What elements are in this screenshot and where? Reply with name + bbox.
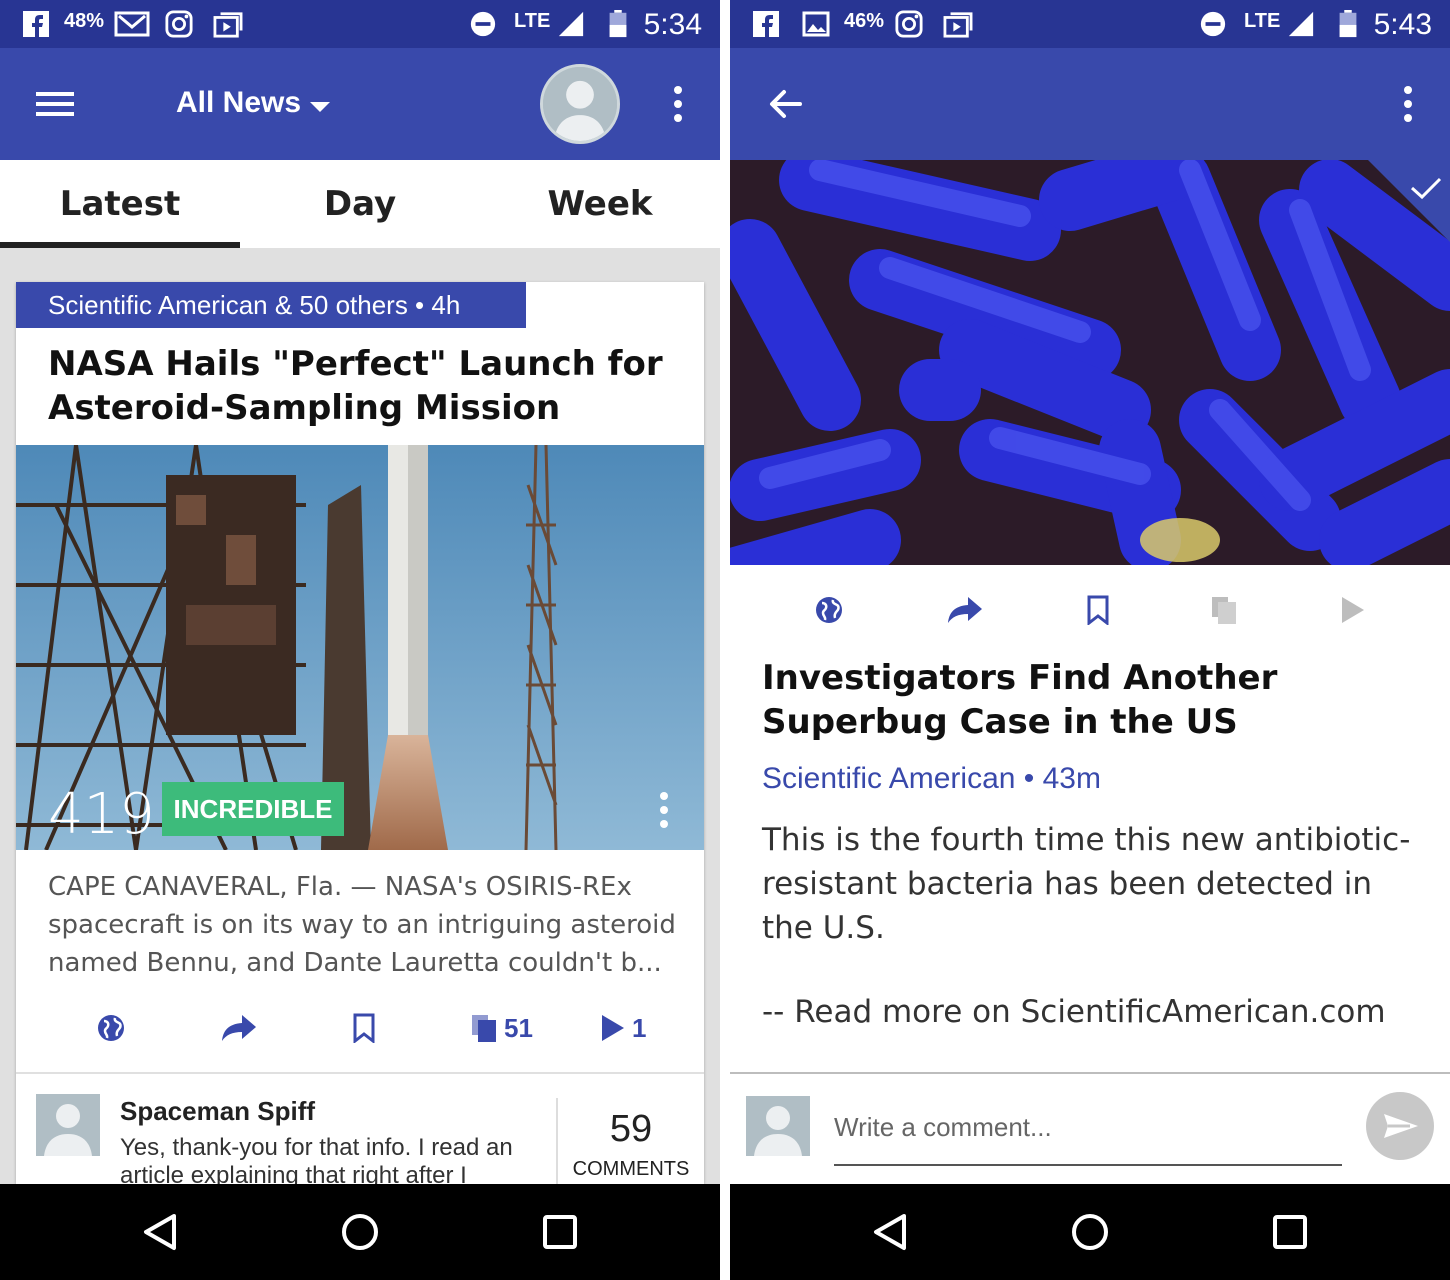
recents-square-icon[interactable] [540,1212,580,1252]
home-circle-icon[interactable] [340,1212,380,1252]
profile-avatar[interactable] [540,64,620,144]
globe-icon [816,597,842,623]
commenter-avatar[interactable] [36,1094,100,1156]
tab-day[interactable]: Day [240,160,480,248]
article-source-line[interactable]: Scientific American • 43m [762,762,1101,796]
facebook-icon [23,11,49,37]
right-phone-screen: 46% LTE 5:43 Investigators Find Another … [730,0,1450,1280]
play-button[interactable]: 1 [600,1002,646,1054]
system-nav-bar [730,1184,1450,1280]
instagram-icon [165,10,193,38]
left-phone-screen: 48% LTE 5:34 All News Latest Day Week Sc… [0,0,720,1280]
article-action-row [730,584,1450,636]
tab-week[interactable]: Week [480,160,720,248]
facebook-icon [753,11,779,37]
comment-text[interactable]: Yes, thank-you for that info. I read an … [120,1134,520,1184]
share-icon [948,597,982,623]
comment-divider [730,1072,1450,1074]
related-count: 51 [504,1012,533,1043]
hamburger-menu-icon[interactable] [30,84,80,124]
system-nav-bar [0,1184,720,1280]
card-action-row: 51 1 [16,1002,704,1054]
network-label: LTE [514,10,551,32]
open-web-button[interactable] [814,584,844,636]
caret-down-icon[interactable] [310,102,330,112]
more-vert-icon[interactable] [1396,84,1420,124]
bookmark-icon [1087,595,1109,625]
screenshot-root: 48% LTE 5:34 All News Latest Day Week Sc… [0,0,1450,1280]
status-bar: 46% LTE 5:43 [730,0,1450,48]
copy-icon [1212,597,1236,624]
battery-percent: 48% [64,10,105,32]
bookmark-button[interactable] [1086,584,1110,636]
reaction-badge[interactable]: INCREDIBLE [162,782,344,836]
app-bar [730,48,1450,160]
battery-icon [1339,10,1357,38]
do-not-disturb-icon [470,11,496,37]
article-title: Investigators Find Another Superbug Case… [762,658,1278,742]
card-excerpt[interactable]: CAPE CANAVERAL, Fla. — NASA's OSIRIS-REx… [48,868,688,982]
news-card[interactable]: Scientific American & 50 others • 4h NAS… [16,282,704,1184]
bookmark-button[interactable] [352,1002,376,1054]
back-arrow-icon[interactable] [766,84,806,124]
recents-square-icon[interactable] [1270,1212,1310,1252]
battery-icon [609,10,627,38]
share-icon [222,1015,256,1041]
share-button[interactable] [946,584,984,636]
feed-selector-title[interactable]: All News [176,86,301,120]
video-icon [943,12,973,38]
article-summary: This is the fourth time this new antibio… [762,822,1411,946]
network-label: LTE [1244,10,1281,32]
card-more-vert-icon[interactable] [656,790,672,830]
time-range-tabs: Latest Day Week [0,160,720,248]
open-web-button[interactable] [96,1002,126,1054]
status-time: 5:34 [643,8,702,41]
back-triangle-icon[interactable] [140,1212,180,1252]
play-icon [1342,597,1364,623]
related-stories-button[interactable]: 51 [470,1002,533,1054]
comment-author[interactable]: Spaceman Spiff [120,1096,315,1127]
tab-latest[interactable]: Latest [0,160,240,248]
battery-percent: 46% [844,10,885,32]
status-time: 5:43 [1373,8,1432,41]
read-more-link[interactable]: -- Read more on ScientificAmerican.com [762,990,1422,1034]
comment-input[interactable] [834,1108,1342,1166]
user-silhouette-icon [36,1094,100,1156]
instagram-icon [895,10,923,38]
play-count: 1 [632,1012,647,1043]
related-stories-button[interactable] [1210,584,1238,636]
play-icon [602,1015,624,1041]
back-triangle-icon[interactable] [870,1212,910,1252]
do-not-disturb-icon [1200,11,1226,37]
app-bar: All News [0,48,720,160]
globe-icon [98,1015,124,1041]
user-silhouette-icon [746,1096,810,1156]
comments-count[interactable]: 59 [558,1108,704,1151]
home-circle-icon[interactable] [1070,1212,1110,1252]
reaction-count: 419 [48,782,155,847]
my-avatar [746,1096,810,1156]
send-comment-button[interactable] [1366,1092,1434,1160]
more-vert-icon[interactable] [666,84,690,124]
read-check-icon [1368,160,1450,242]
bookmark-icon [353,1013,375,1043]
video-icon [213,12,243,38]
gmail-icon [114,11,150,37]
signal-icon [1288,11,1314,37]
comments-label[interactable]: COMMENTS [558,1158,704,1181]
copy-icon [472,1015,496,1042]
send-icon [1384,1114,1418,1138]
status-bar: 48% LTE 5:34 [0,0,720,48]
image-icon [802,11,830,37]
play-button[interactable] [1340,584,1366,636]
card-title[interactable]: NASA Hails "Perfect" Launch for Asteroid… [48,342,688,430]
bacteria-hero-image[interactable] [730,160,1450,565]
card-divider [16,1072,704,1074]
signal-icon [558,11,584,37]
user-silhouette-icon [543,67,617,141]
share-button[interactable] [220,1002,258,1054]
card-source-line[interactable]: Scientific American & 50 others • 4h [16,282,526,328]
